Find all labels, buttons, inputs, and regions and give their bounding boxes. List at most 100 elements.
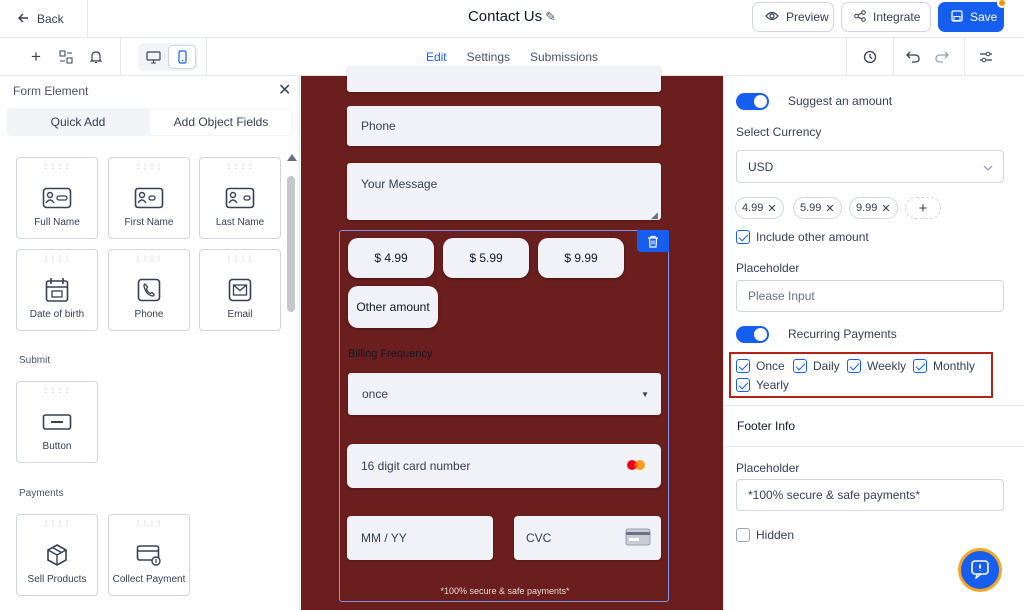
amount-pill-4-99[interactable]: 4.99 ✕: [735, 197, 784, 219]
card-number-placeholder: 16 digit card number: [361, 459, 471, 473]
include-other-label: Include other amount: [756, 230, 869, 244]
element-card-date-of-birth[interactable]: ⋮⋮⋮⋮ Date of birth: [16, 249, 98, 331]
recurring-payments-toggle[interactable]: [736, 326, 769, 343]
top-bar: Back Contact Us ✎ Preview Integrate Save: [0, 0, 1024, 38]
element-card-email[interactable]: ⋮⋮⋮⋮ Email: [199, 249, 281, 331]
element-label: First Name: [124, 217, 174, 228]
frequency-label: Yearly: [756, 378, 789, 392]
form-field-partial[interactable]: [347, 66, 661, 92]
frequency-label: Weekly: [867, 359, 907, 373]
segment-add-object-fields[interactable]: Add Object Fields: [150, 109, 292, 135]
plus-icon: +: [918, 199, 928, 217]
frequency-daily-checkbox[interactable]: Daily: [793, 359, 840, 373]
billing-frequency-label: Billing Frequency: [348, 348, 433, 360]
placeholder-label: Placeholder: [736, 261, 800, 275]
redo-icon[interactable]: [932, 38, 952, 76]
calendar-icon: [17, 276, 97, 304]
checkbox-icon: [847, 359, 861, 373]
resize-handle-icon[interactable]: ◢: [651, 210, 658, 221]
element-label: Button: [42, 441, 72, 452]
integrate-button[interactable]: Integrate: [841, 2, 931, 32]
save-label: Save: [970, 10, 998, 24]
hidden-checkbox[interactable]: Hidden: [736, 528, 794, 542]
element-card-last-name[interactable]: ⋮⋮⋮⋮ Last Name: [199, 157, 281, 239]
sliders-icon[interactable]: [976, 38, 996, 76]
add-amount-button[interactable]: +: [905, 197, 941, 219]
secure-payment-note: *100% secure & safe payments*: [440, 586, 570, 596]
element-label: Last Name: [215, 217, 265, 228]
segment-quick-add[interactable]: Quick Add: [7, 108, 149, 136]
button-icon: [17, 408, 97, 436]
cvc-field[interactable]: CVC: [514, 516, 661, 560]
element-card-collect-payment[interactable]: ⋮⋮⋮⋮ Collect Payment: [108, 514, 190, 596]
save-button[interactable]: Save: [938, 0, 1007, 32]
element-card-button[interactable]: ⋮⋮⋮⋮ Button: [16, 381, 98, 463]
frequency-once-checkbox[interactable]: Once: [736, 359, 785, 373]
contact-card-icon: [17, 184, 97, 212]
suggest-amount-toggle[interactable]: [736, 93, 769, 110]
undo-icon[interactable]: [903, 38, 923, 76]
close-icon[interactable]: ✕: [881, 202, 890, 215]
tab-settings[interactable]: Settings: [467, 50, 510, 64]
element-label: Date of birth: [29, 309, 85, 320]
amount-chip-9-99[interactable]: $ 9.99: [538, 238, 624, 278]
placeholder-input[interactable]: Please Input: [736, 280, 1004, 312]
other-amount-chip[interactable]: Other amount: [348, 286, 438, 328]
checkbox-icon: [913, 359, 927, 373]
card-number-field[interactable]: 16 digit card number: [347, 444, 661, 488]
card-payment-icon: [109, 541, 189, 569]
checkbox-icon: [736, 378, 750, 392]
checkbox-icon: [736, 230, 750, 244]
frequency-monthly-checkbox[interactable]: Monthly: [913, 359, 975, 373]
close-icon[interactable]: ✕: [278, 80, 291, 100]
hidden-label: Hidden: [756, 528, 795, 542]
footer-placeholder-label: Placeholder: [736, 461, 800, 475]
element-card-phone[interactable]: ⋮⋮⋮⋮ Phone: [108, 249, 190, 331]
phone-field[interactable]: Phone: [347, 106, 661, 146]
share-icon: [854, 9, 866, 25]
element-card-first-name[interactable]: ⋮⋮⋮⋮ First Name: [108, 157, 190, 239]
divider: [723, 446, 1024, 447]
scroll-up-arrow[interactable]: [287, 154, 297, 161]
billing-frequency-value: once: [362, 387, 389, 401]
frequency-yearly-checkbox[interactable]: Yearly: [736, 378, 789, 392]
section-submit: Submit: [19, 355, 51, 366]
include-other-amount-checkbox[interactable]: Include other amount: [736, 230, 869, 244]
element-card-full-name[interactable]: ⋮⋮⋮⋮ Full Name: [16, 157, 98, 239]
pill-label: 4.99: [742, 202, 764, 214]
amount-chip-5-99[interactable]: $ 5.99: [443, 238, 529, 278]
close-icon[interactable]: ✕: [825, 202, 834, 215]
amount-pill-9-99[interactable]: 9.99 ✕: [849, 197, 898, 219]
contact-card-icon: [200, 184, 280, 212]
amount-chip-4-99[interactable]: $ 4.99: [348, 238, 434, 278]
currency-select[interactable]: USD: [736, 150, 1004, 183]
element-label: Collect Payment: [112, 574, 186, 585]
save-icon: [951, 9, 963, 25]
currency-value: USD: [748, 159, 774, 174]
billing-frequency-select[interactable]: once ▼: [348, 373, 661, 415]
element-label: Email: [227, 309, 253, 320]
currency-label: Select Currency: [736, 125, 822, 139]
integrate-label: Integrate: [873, 10, 921, 24]
history-icon[interactable]: [860, 38, 880, 76]
expiry-field[interactable]: MM / YY: [347, 516, 493, 560]
tab-edit[interactable]: Edit: [426, 50, 447, 64]
footer-placeholder-input[interactable]: *100% secure & safe payments*: [736, 479, 1004, 511]
email-icon: [200, 276, 280, 304]
left-panel-scrollbar[interactable]: [287, 176, 295, 312]
frequency-weekly-checkbox[interactable]: Weekly: [847, 359, 906, 373]
preview-button[interactable]: Preview: [752, 2, 834, 32]
trash-icon[interactable]: [637, 230, 669, 252]
pencil-icon[interactable]: ✎: [545, 9, 556, 24]
help-chat-button[interactable]: [958, 548, 1002, 592]
notification-dot: [997, 0, 1007, 8]
suggest-amount-label: Suggest an amount: [788, 94, 893, 108]
amount-pill-5-99[interactable]: 5.99 ✕: [793, 197, 842, 219]
tab-submissions[interactable]: Submissions: [530, 50, 598, 64]
mastercard-icon: [625, 459, 647, 474]
element-card-sell-products[interactable]: ⋮⋮⋮⋮ Sell Products: [16, 514, 98, 596]
pill-label: 5.99: [800, 202, 822, 214]
message-field[interactable]: Your Message: [347, 163, 661, 220]
close-icon[interactable]: ✕: [767, 202, 776, 215]
element-label: Sell Products: [27, 574, 87, 585]
